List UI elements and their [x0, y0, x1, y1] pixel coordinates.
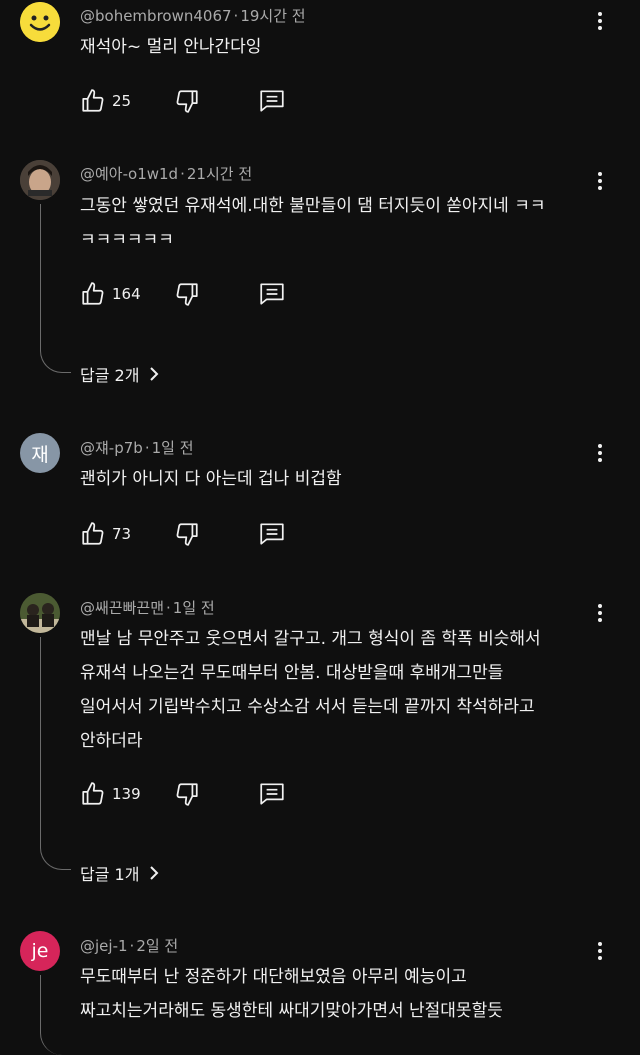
smiley-icon: [20, 2, 60, 42]
comment-meta: @쟤-p7b · 1일 전: [80, 439, 194, 457]
dislike-button[interactable]: [174, 88, 200, 118]
comment-line: ㅋㅋㅋㅋㅋㅋ: [80, 230, 174, 250]
comment-reply-icon: [260, 783, 284, 805]
comment-line: 그동안 쌓였던 유재석에.대한 불만들이 댐 터지듯이 쏟아지네 ㅋㅋ: [80, 196, 546, 216]
like-button[interactable]: 164: [80, 281, 141, 307]
replies-count: 답글 1개: [80, 865, 140, 884]
comment-time: 1일 전: [172, 599, 215, 617]
replies-toggle[interactable]: 답글 1개: [80, 861, 161, 885]
avatar-photo: [20, 593, 60, 633]
avatar[interactable]: [20, 160, 60, 200]
comment-time: 21시간 전: [186, 165, 253, 183]
comment-meta: @쌔끈빠끈맨 · 1일 전: [80, 599, 215, 617]
thumbs-up-icon: [82, 522, 104, 545]
replies-count: 답글 2개: [80, 366, 140, 385]
thumbs-down-icon: [176, 90, 198, 113]
thumbs-down-icon: [176, 783, 198, 806]
comment-meta: @jej-1 · 2일 전: [80, 937, 179, 955]
comment-meta: @예아-o1w1d · 21시간 전: [80, 165, 253, 183]
author-name[interactable]: @쌔끈빠끈맨: [80, 599, 164, 617]
reply-button[interactable]: [258, 88, 286, 118]
avatar-letter: je: [31, 940, 49, 962]
reply-button[interactable]: [258, 281, 286, 311]
thread-line: [40, 637, 71, 870]
author-name[interactable]: @예아-o1w1d: [80, 165, 178, 183]
thread-line: [40, 204, 71, 373]
avatar[interactable]: 재: [20, 433, 60, 473]
comment-text: 괜히가 아니지 다 아는데 겁나 비겁함: [80, 462, 600, 496]
reply-button[interactable]: [258, 521, 286, 551]
comment-line: 유재석 나오는건 무도때부터 안봄. 대상받을때 후배개그만들: [80, 663, 504, 683]
thumbs-down-icon: [176, 283, 198, 306]
replies-toggle[interactable]: 답글 2개: [80, 362, 161, 386]
like-button[interactable]: 25: [80, 88, 131, 114]
comment-text: 무도때부터 난 정준하가 대단해보였음 아무리 예능이고 짜고치는거라해도 동생…: [80, 960, 600, 1028]
author-name[interactable]: @jej-1: [80, 937, 128, 955]
comment-text: 맨날 남 무안주고 웃으면서 갈구고. 개그 형식이 좀 학폭 비슷해서 유재석…: [80, 622, 600, 758]
avatar-letter: 재: [31, 443, 49, 466]
thumbs-down-icon: [176, 523, 198, 546]
like-count: 164: [112, 285, 141, 303]
like-count: 139: [112, 785, 141, 803]
comment-time: 1일 전: [151, 439, 194, 457]
comment-meta: @bohembrown4067 · 19시간 전: [80, 7, 306, 25]
dislike-button[interactable]: [174, 781, 200, 811]
comment-line: 일어서서 기립박수치고 수상소감 서서 듣는데 끝까지 착석하라고: [80, 697, 535, 717]
comment-actions: 73: [80, 519, 284, 549]
comment-line: 괜히가 아니지 다 아는데 겁나 비겁함: [80, 469, 342, 489]
comment-reply-icon: [260, 90, 284, 112]
comment-actions: 164: [80, 279, 284, 309]
author-name[interactable]: @bohembrown4067: [80, 7, 232, 25]
comment-time: 2일 전: [136, 937, 179, 955]
comment-line: 무도때부터 난 정준하가 대단해보였음 아무리 예능이고: [80, 967, 467, 987]
comment-time: 19시간 전: [240, 7, 306, 25]
like-count: 25: [112, 92, 132, 110]
thumbs-up-icon: [82, 782, 104, 805]
avatar-photo: [20, 160, 60, 200]
thumbs-up-icon: [82, 282, 104, 305]
author-name[interactable]: @쟤-p7b: [80, 439, 143, 457]
comment-line: 맨날 남 무안주고 웃으면서 갈구고. 개그 형식이 좀 학폭 비슷해서: [80, 629, 541, 649]
thread-line: [40, 975, 71, 1055]
avatar[interactable]: [20, 2, 60, 42]
comment-line: 짜고치는거라해도 동생한테 싸대기맞아가면서 난절대못할듯: [80, 1001, 503, 1021]
thumbs-up-icon: [82, 89, 104, 112]
comment-text: 재석아~ 멀리 안나간다잉: [80, 30, 600, 64]
comment-line: 안하더라: [80, 731, 143, 751]
comment-reply-icon: [260, 283, 284, 305]
like-button[interactable]: 73: [80, 521, 131, 547]
comment-line: 재석아~ 멀리 안나간다잉: [80, 37, 262, 57]
like-count: 73: [112, 525, 132, 543]
chevron-right-icon: [150, 367, 159, 381]
dislike-button[interactable]: [174, 281, 200, 311]
like-button[interactable]: 139: [80, 781, 141, 807]
comment-text: 그동안 쌓였던 유재석에.대한 불만들이 댐 터지듯이 쏟아지네 ㅋㅋ ㅋㅋㅋㅋ…: [80, 189, 600, 257]
avatar[interactable]: je: [20, 931, 60, 971]
comment-reply-icon: [260, 523, 284, 545]
comment-actions: 139: [80, 779, 284, 809]
chevron-right-icon: [150, 866, 159, 880]
reply-button[interactable]: [258, 781, 286, 811]
dislike-button[interactable]: [174, 521, 200, 551]
comment-actions: 25: [80, 86, 284, 116]
avatar[interactable]: [20, 593, 60, 633]
